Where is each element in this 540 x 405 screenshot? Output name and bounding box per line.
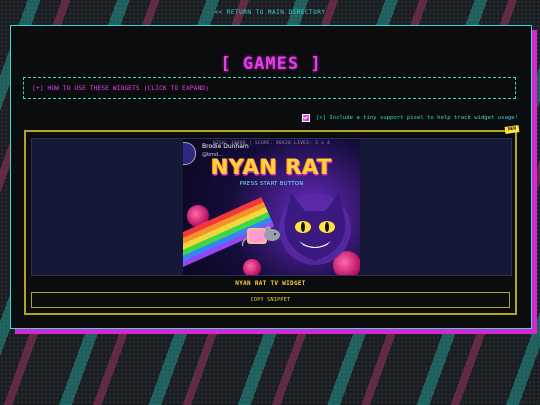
copy-snippet-button[interactable]: COPY SNIPPET	[31, 292, 510, 308]
support-pixel-label: [+] Include a tiny support pixel to help…	[315, 115, 518, 121]
new-badge: NEW	[504, 125, 520, 134]
games-panel: [ GAMES ] [+] HOW TO USE THESE WIDGETS (…	[10, 25, 532, 329]
cat-head-icon	[279, 193, 351, 265]
support-pixel-checkbox[interactable]	[301, 114, 310, 122]
channel-handle: @bmd...	[202, 152, 223, 158]
channel-text: Brodie Dunham @bmd...	[202, 143, 249, 158]
rat-icon	[241, 226, 280, 247]
page-title: [ GAMES ]	[220, 54, 322, 74]
video-player[interactable]: HIGH: 10000 | SCORE: 00420 LIVES: 3 x 4 …	[183, 139, 360, 275]
channel-name: Brodie Dunham	[202, 143, 249, 150]
how-to-use-expander[interactable]: [+] HOW TO USE THESE WIDGETS (CLICK TO E…	[23, 77, 516, 99]
return-to-directory-link[interactable]: << RETURN TO MAIN DIRECTORY	[0, 9, 540, 16]
moon-decoration	[243, 259, 261, 275]
press-start-text: PRESS START BUTTON	[239, 181, 304, 187]
channel-avatar[interactable]	[183, 142, 196, 165]
channel-info[interactable]: Brodie Dunham @bmd...	[183, 142, 249, 165]
widget-card: NEW HIGH: 10000 | SCORE: 00420 LIVES: 3 …	[24, 125, 520, 315]
widget-preview-screen: HIGH: 10000 | SCORE: 00420 LIVES: 3 x 4 …	[31, 138, 512, 276]
widget-caption: NYAN RAT TV WIDGET	[235, 280, 306, 287]
support-pixel-option[interactable]: [+] Include a tiny support pixel to help…	[301, 114, 518, 122]
